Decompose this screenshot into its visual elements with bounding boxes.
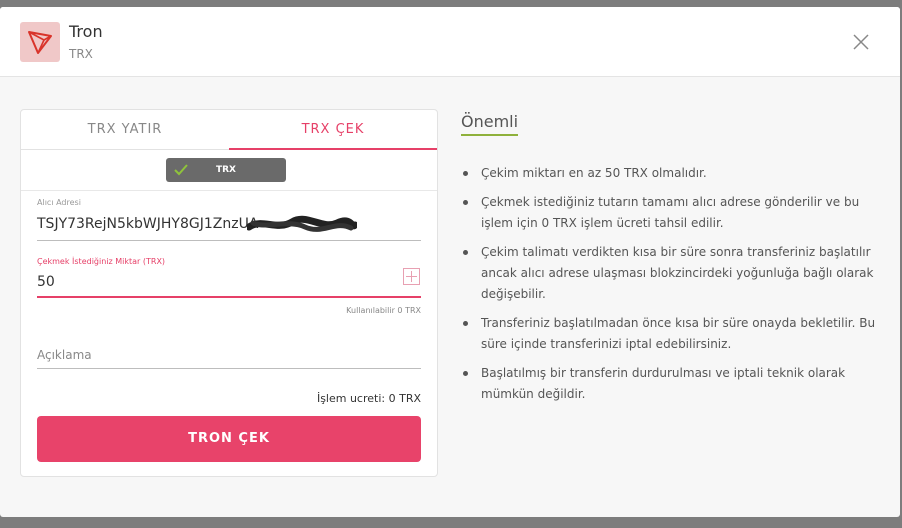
available-balance: Kullanılabilir 0 TRX: [346, 306, 421, 315]
network-label: TRX: [215, 165, 236, 175]
address-underline: [37, 240, 421, 241]
info-list: Çekim miktarı en az 50 TRX olmalıdır. Çe…: [461, 163, 881, 405]
redaction-scribble: [247, 215, 357, 232]
tron-logo-icon: [20, 22, 60, 62]
coin-name: Tron: [69, 22, 103, 41]
fee-text: İşlem ucreti: 0 TRX: [316, 392, 421, 405]
tab-bar: TRX YATIR TRX ÇEK: [21, 110, 437, 150]
info-item: Transferiniz başlatılmadan önce kısa bir…: [461, 313, 881, 355]
plus-icon[interactable]: [403, 268, 420, 285]
description-input[interactable]: [37, 342, 421, 368]
info-title: Önemli: [461, 112, 519, 136]
coin-symbol: TRX: [69, 47, 93, 61]
info-item: Çekmek istediğiniz tutarın tamamı alıcı …: [461, 192, 881, 234]
info-item: Çekim miktarı en az 50 TRX olmalıdır.: [461, 163, 881, 184]
tab-withdraw[interactable]: TRX ÇEK: [229, 110, 437, 150]
withdraw-card: TRX YATIR TRX ÇEK TRX Alıcı Adresi TSJY7…: [20, 109, 438, 477]
divider: [21, 190, 437, 191]
info-item: Çekim talimatı verdikten kısa bir süre s…: [461, 242, 881, 305]
amount-input[interactable]: 50: [37, 274, 55, 290]
amount-underline: [37, 296, 421, 298]
tab-deposit[interactable]: TRX YATIR: [21, 110, 229, 150]
info-panel: Önemli Çekim miktarı en az 50 TRX olmalı…: [461, 112, 881, 413]
modal-header: Tron TRX: [0, 7, 900, 77]
description-underline: [37, 368, 421, 369]
address-input[interactable]: TSJY73RejN5kbWJHY8GJ1ZnzUA: [37, 216, 258, 232]
withdraw-button[interactable]: TRON ÇEK: [37, 416, 421, 462]
network-selector[interactable]: TRX: [166, 158, 286, 182]
info-item: Başlatılmış bir transferin durdurulması …: [461, 363, 881, 405]
close-icon[interactable]: [850, 31, 872, 53]
amount-label: Çekmek İstediğiniz Miktar (TRX): [37, 257, 166, 266]
address-label: Alıcı Adresi: [37, 198, 81, 207]
withdraw-modal: Tron TRX TRX YATIR TRX ÇEK TRX Alıcı Adr…: [0, 7, 900, 517]
